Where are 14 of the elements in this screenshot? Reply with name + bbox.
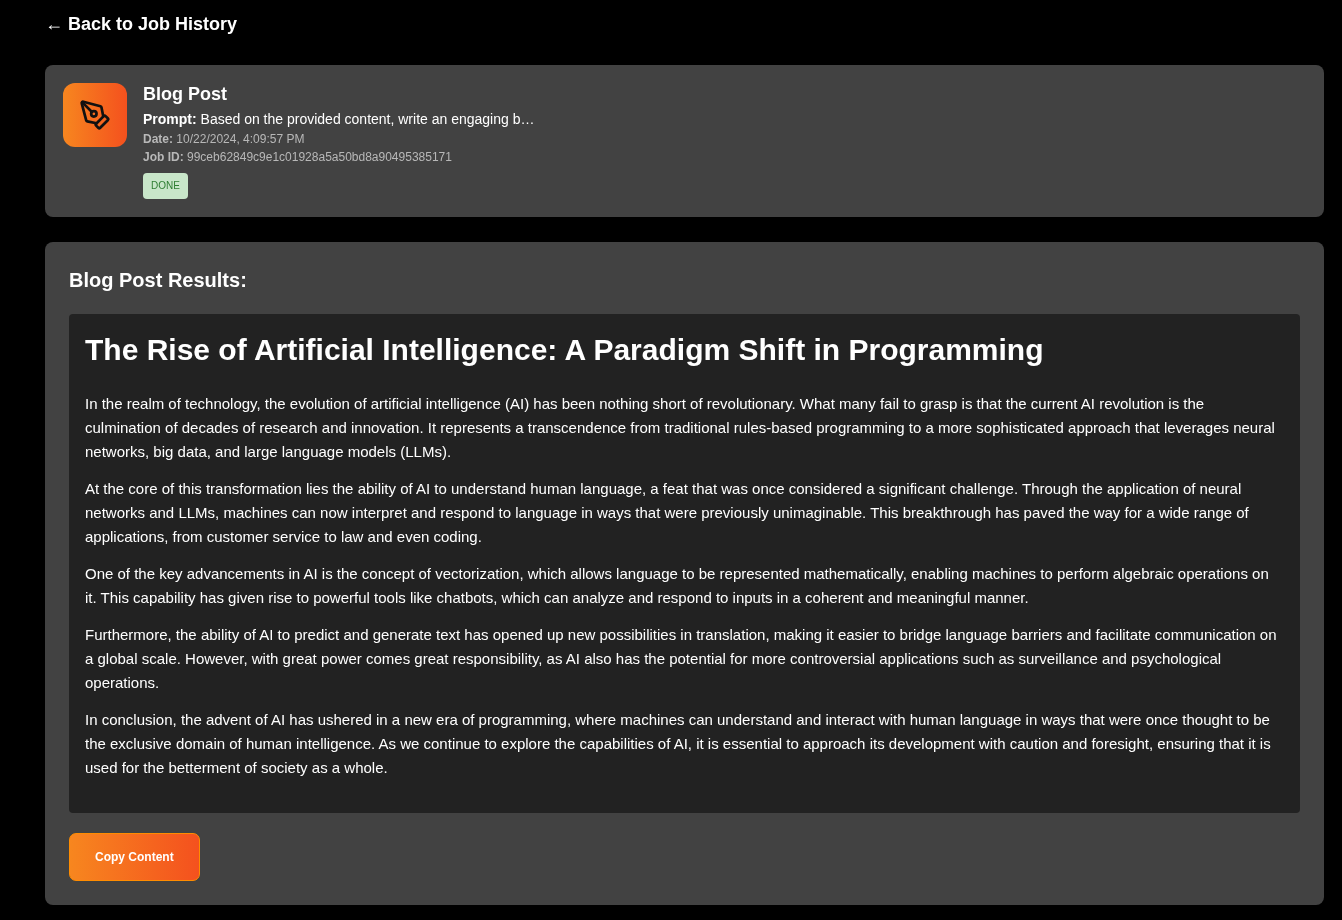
article-title: The Rise of Artificial Intelligence: A Paradigm Shift in Programming: [85, 332, 1045, 368]
article-paragraph: In conclusion, the advent of AI has ushered in a new era of programming, where machines can understand and interact with human language in ways that were once thought to be the exclusive domain of human intelligence. As we continue to explore the capabilities of AI, it is essential to approach its development with caution and foresight, ensuring that it is used for the betterment of society as a whole.: [85, 710, 1272, 778]
date-text: Date: 10/22/2024, 4:09:57 PM: [143, 131, 306, 148]
results-heading: Blog Post Results:: [69, 268, 248, 293]
back-link[interactable]: ← Back to Job History: [45, 12, 238, 36]
article-paragraph: In the realm of technology, the evolution of artificial intelligence (AI) has been nothing short of revolutionary. What many fail to grasp is that the current AI revolution is the culmination of decades of research and innovation. It represents a transcendence from traditional rules-based programming to a more sophisticated approach that leverages neural networks, big data, and large language models (LLMs).: [85, 394, 1276, 462]
job-title: Blog Post: [143, 83, 228, 105]
job-id-text: Job ID: 99ceb62849c9e1c01928a5a50bd8a90495385171: [143, 149, 453, 166]
article-paragraph: At the core of this transformation lies the ability of AI to understand human language, a feat that was once considered a significant challenge. Through the application of neural networks and LLMs, machines can now interpret and respond to language in ways that were previously unimaginable. This breakthrough has paved the way for a wide range of applications, from customer service to law and even coding.: [85, 479, 1250, 547]
prompt-text: Prompt: Based on the provided content, write an engaging b…: [143, 110, 535, 128]
pen-nib-icon: [63, 83, 127, 147]
status-badge: DONE: [143, 173, 188, 199]
article-paragraph: Furthermore, the ability of AI to predict and generate text has opened up new possibilities in translation, making it easier to bridge language barriers and facilitate communication on a global scale. However, with great power comes great responsibility, as AI also has the potential for more controversial applications such as surveillance and psychological operations.: [85, 625, 1278, 693]
article-paragraph: One of the key advancements in AI is the concept of vectorization, which allows language to be represented mathematically, enabling machines to perform algebraic operations on it. This capability has given rise to powerful tools like chatbots, which can analyze and respond to inputs in a coherent and meaningful manner.: [85, 564, 1270, 608]
